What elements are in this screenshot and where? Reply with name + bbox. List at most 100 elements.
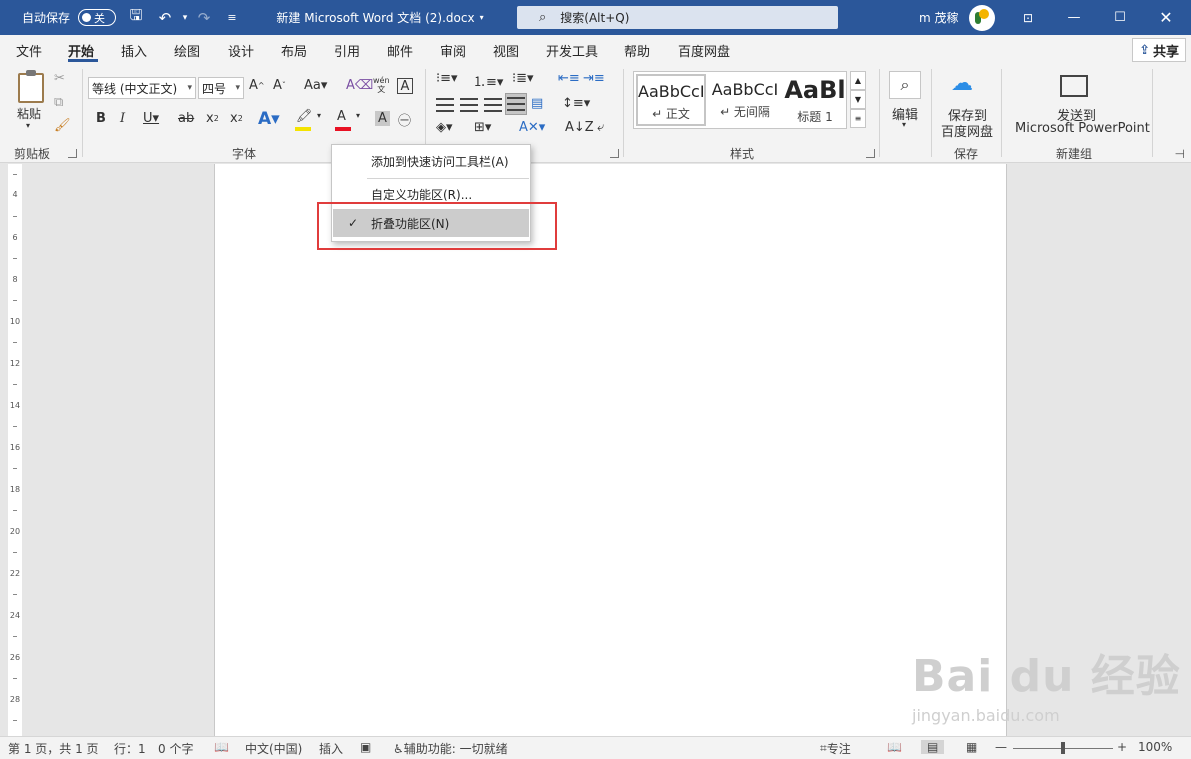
zoom-in-icon[interactable]: +	[1117, 740, 1127, 754]
accessibility-status[interactable]: ♿ 辅助功能: 一切就绪	[393, 740, 508, 757]
clear-formatting-icon[interactable]: A⌫	[346, 78, 373, 93]
strikethrough-icon[interactable]: ab	[178, 111, 194, 126]
underline-icon[interactable]: U▾	[143, 111, 159, 126]
macro-icon[interactable]: ▣	[360, 740, 371, 754]
chevron-down-icon[interactable]: ▾	[317, 111, 321, 120]
tab-mailings[interactable]: 邮件	[387, 41, 413, 60]
ruler-tick	[13, 174, 17, 175]
sort-icon[interactable]: A↓Z	[565, 120, 594, 135]
subscript-icon[interactable]: x2	[206, 111, 219, 126]
tab-draw[interactable]: 绘图	[174, 41, 200, 60]
tab-layout[interactable]: 布局	[281, 41, 307, 60]
ribbon-display-options-icon[interactable]: ⊡	[1005, 0, 1051, 35]
share-button[interactable]: ⇪ 共享	[1132, 38, 1186, 62]
ppt-label-2[interactable]: Microsoft PowerPoint	[1015, 121, 1150, 136]
proofing-icon[interactable]: 📖	[214, 740, 229, 754]
paste-icon[interactable]	[18, 70, 44, 103]
grow-font-icon[interactable]: A ^	[249, 78, 265, 93]
pin-ribbon-icon[interactable]: ⊣	[1175, 147, 1185, 161]
chevron-down-icon[interactable]: ▾	[902, 120, 906, 129]
insert-mode[interactable]: 插入	[319, 740, 343, 757]
format-painter-icon[interactable]: 🖌	[54, 118, 71, 133]
read-mode-icon[interactable]: 📖	[887, 740, 902, 754]
font-color-icon[interactable]: A	[337, 109, 346, 124]
style-normal[interactable]: AaBbCcI ↵ 正文	[636, 74, 706, 126]
style-heading-1[interactable]: AaBl 标题 1	[784, 74, 846, 126]
decrease-indent-icon[interactable]: ⇤≡	[558, 71, 580, 86]
copy-icon[interactable]: ⧉	[54, 95, 63, 110]
ruler-tick	[13, 720, 17, 721]
zoom-slider-thumb[interactable]	[1061, 742, 1065, 754]
character-border-icon[interactable]: A	[397, 78, 413, 94]
clipboard-launcher-icon[interactable]	[68, 149, 77, 158]
gallery-down-icon[interactable]: ▼	[850, 90, 866, 109]
gallery-more-icon[interactable]: ≡	[850, 109, 866, 128]
highlight-icon[interactable]: 🖍	[296, 109, 313, 124]
shrink-font-icon[interactable]: Aˇ	[273, 78, 286, 93]
tab-review[interactable]: 审阅	[440, 41, 466, 60]
tab-insert[interactable]: 插入	[121, 41, 147, 60]
increase-indent-icon[interactable]: ⇥≡	[583, 71, 605, 86]
tab-baidu-netdisk[interactable]: 百度网盘	[678, 41, 730, 60]
distributed-icon[interactable]: ▤	[531, 96, 543, 111]
tab-home[interactable]: 开始	[68, 41, 94, 60]
change-case-icon[interactable]: Aa▾	[304, 78, 327, 93]
word-count[interactable]: 0 个字	[158, 740, 193, 757]
send-to-powerpoint-icon[interactable]	[1060, 75, 1088, 97]
close-button[interactable]: ✕	[1143, 0, 1189, 35]
zoom-level[interactable]: 100%	[1138, 740, 1172, 754]
bold-icon[interactable]: B	[96, 111, 106, 126]
chevron-down-icon[interactable]: ▾	[356, 111, 360, 120]
styles-launcher-icon[interactable]	[866, 149, 875, 158]
search-box[interactable]: ⌕ 搜索(Alt+Q)	[517, 6, 838, 29]
user-name[interactable]: m 茂稼	[919, 0, 959, 35]
tab-help[interactable]: 帮助	[624, 41, 650, 60]
tab-file[interactable]: 文件	[16, 41, 42, 60]
avatar[interactable]	[969, 5, 995, 31]
maximize-button[interactable]: ☐	[1097, 0, 1143, 35]
separator	[931, 69, 932, 157]
text-effects-icon[interactable]: A▾	[258, 109, 280, 129]
show-marks-icon[interactable]: ⤶	[597, 120, 604, 135]
language[interactable]: 中文(中国)	[245, 740, 302, 757]
print-layout-icon[interactable]: ▤	[921, 740, 945, 754]
add-to-qat-item[interactable]: 添加到快速访问工具栏(A)	[333, 147, 529, 175]
line-spacing-icon[interactable]: ↕≡▾	[562, 96, 590, 111]
line-number[interactable]: 行：1	[114, 740, 146, 757]
style-no-spacing[interactable]: AaBbCcI ↵ 无间隔	[710, 74, 780, 126]
cut-icon[interactable]: ✂	[54, 71, 65, 86]
paste-dropdown-icon[interactable]: ▾	[26, 121, 30, 130]
font-size-combo[interactable]: 四号 ▾	[198, 77, 244, 99]
italic-icon[interactable]: I	[120, 111, 125, 126]
minimize-button[interactable]: —	[1051, 0, 1097, 35]
align-center-icon[interactable]	[460, 98, 478, 112]
paragraph-launcher-icon[interactable]	[610, 149, 619, 158]
enclose-characters-icon[interactable]: ㊀	[398, 110, 411, 129]
gallery-up-icon[interactable]: ▲	[850, 71, 866, 90]
tab-developer[interactable]: 开发工具	[546, 41, 598, 60]
web-layout-icon[interactable]: ▦	[966, 740, 977, 754]
superscript-icon[interactable]: x2	[230, 111, 243, 126]
character-shading-icon[interactable]: A	[375, 111, 390, 126]
baidu-save-label-2[interactable]: 百度网盘	[941, 121, 993, 140]
zoom-out-icon[interactable]: —	[995, 740, 1007, 754]
separator	[1001, 69, 1002, 157]
shading-icon[interactable]: ◈▾	[436, 120, 453, 135]
align-right-icon[interactable]	[484, 98, 502, 112]
tab-design[interactable]: 设计	[228, 41, 254, 60]
numbering-icon[interactable]: ⒈≡▾	[473, 71, 503, 90]
page-count[interactable]: 第 1 页，共 1 页	[8, 740, 99, 757]
align-left-icon[interactable]	[436, 98, 454, 112]
baidu-netdisk-icon[interactable]: ☁	[951, 71, 973, 96]
paste-label[interactable]: 粘贴	[17, 105, 41, 122]
focus-mode[interactable]: ⌗ 专注	[820, 740, 851, 757]
tab-references[interactable]: 引用	[334, 41, 360, 60]
tab-view[interactable]: 视图	[493, 41, 519, 60]
chinese-layout-icon[interactable]: A✕▾	[519, 120, 545, 135]
borders-icon[interactable]: ⊞▾	[474, 120, 491, 135]
find-icon[interactable]: ⌕	[889, 71, 921, 99]
multilevel-list-icon[interactable]: ⁝≣▾	[512, 71, 534, 86]
bullets-icon[interactable]: ⁝≡▾	[436, 71, 458, 86]
phonetic-guide-icon[interactable]: wén 文	[373, 76, 390, 94]
font-name-combo[interactable]: 等线 (中文正文) ▾	[88, 77, 196, 99]
